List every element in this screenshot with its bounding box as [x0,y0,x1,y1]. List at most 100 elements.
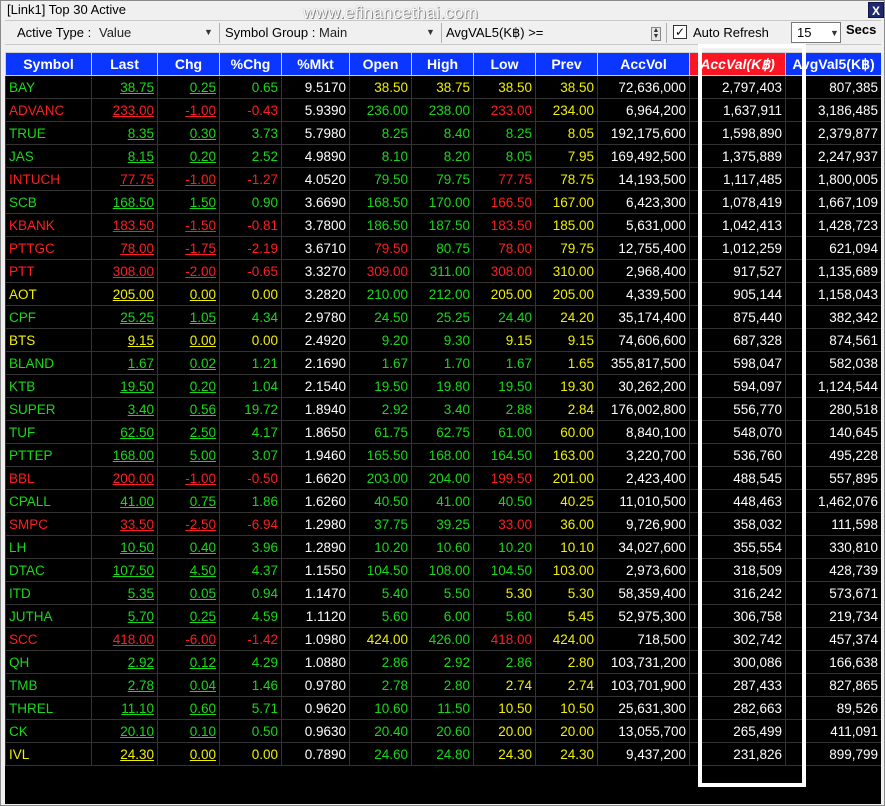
cell-last[interactable]: 19.50 [91,374,158,398]
table-row[interactable]: TRUE 8.35 0.30 3.73 5.7980 8.25 8.40 8.25 8.05 19… [5,121,881,145]
cell-last[interactable]: 9.15 [91,328,158,352]
cell-chg[interactable]: 0.25 [157,75,220,99]
cell-symbol[interactable]: BBL [5,466,92,490]
table-row[interactable]: SMPC 33.50 -2.50 -6.94 1.2980 37.75 39.25 33.00… [5,512,881,536]
cell-chg[interactable]: 0.56 [157,397,220,421]
table-row[interactable]: CPF 25.25 1.05 4.34 2.9780 24.50 25.25 24.40 24.… [5,305,881,329]
cell-chg[interactable]: 0.10 [157,719,220,743]
cell-last[interactable]: 25.25 [91,305,158,329]
column-header-open[interactable]: Open [349,52,412,76]
cell-chg[interactable]: -1.00 [157,98,220,122]
cell-symbol[interactable]: BAY [5,75,92,99]
cell-chg[interactable]: -1.00 [157,167,220,191]
table-row[interactable]: INTUCH 77.75 -1.00 -1.27 4.0520 79.50 79.75 77.… [5,167,881,191]
cell-symbol[interactable]: SCB [5,190,92,214]
table-row[interactable]: JAS 8.15 0.20 2.52 4.9890 8.10 8.20 8.05 7.95 169… [5,144,881,168]
cell-chg[interactable]: 0.00 [157,328,220,352]
table-row[interactable]: SUPER 3.40 0.56 19.72 1.8940 2.92 3.40 2.88 2.84… [5,397,881,421]
cell-last[interactable]: 1.67 [91,351,158,375]
cell-symbol[interactable]: CPALL [5,489,92,513]
cell-chg[interactable]: -1.00 [157,466,220,490]
cell-chg[interactable]: 0.75 [157,489,220,513]
table-row[interactable]: PTTEP 168.00 5.00 3.07 1.9460 165.50 168.00 164… [5,443,881,467]
cell-chg[interactable]: 2.50 [157,420,220,444]
active-type-select[interactable]: Value [99,25,131,40]
symbol-group-select[interactable]: Main [319,25,347,40]
cell-last[interactable]: 168.50 [91,190,158,214]
table-row[interactable]: IVL 24.30 0.00 0.00 0.7890 24.60 24.80 24.30 24.… [5,742,881,766]
column-header-last[interactable]: Last [91,52,158,76]
cell-last[interactable]: 107.50 [91,558,158,582]
table-row[interactable]: CK 20.10 0.10 0.50 0.9630 20.40 20.60 20.00 20.0… [5,719,881,743]
table-row[interactable]: KTB 19.50 0.20 1.04 2.1540 19.50 19.80 19.50 19.… [5,374,881,398]
cell-last[interactable]: 11.10 [91,696,158,720]
cell-last[interactable]: 78.00 [91,236,158,260]
table-row[interactable]: BBL 200.00 -1.00 -0.50 1.6620 203.00 204.00 199… [5,466,881,490]
cell-symbol[interactable]: CPF [5,305,92,329]
cell-chg[interactable]: 0.20 [157,374,220,398]
cell-last[interactable]: 183.50 [91,213,158,237]
cell-last[interactable]: 62.50 [91,420,158,444]
cell-symbol[interactable]: SCC [5,627,92,651]
cell-chg[interactable]: 0.05 [157,581,220,605]
cell-symbol[interactable]: IVL [5,742,92,766]
cell-symbol[interactable]: BLAND [5,351,92,375]
cell-symbol[interactable]: LH [5,535,92,559]
chevron-down-icon[interactable]: ▼ [830,28,839,38]
column-header-pct-chg[interactable]: %Chg [219,52,282,76]
cell-chg[interactable]: 0.20 [157,144,220,168]
cell-chg[interactable]: 0.60 [157,696,220,720]
cell-chg[interactable]: 0.25 [157,604,220,628]
table-row[interactable]: ADVANC 233.00 -1.00 -0.43 5.9390 236.00 238.00… [5,98,881,122]
cell-symbol[interactable]: JUTHA [5,604,92,628]
table-row[interactable]: BLAND 1.67 0.02 1.21 2.1690 1.67 1.70 1.67 1.65 3… [5,351,881,375]
table-row[interactable]: SCB 168.50 1.50 0.90 3.6690 168.50 170.00 166.5… [5,190,881,214]
cell-symbol[interactable]: ITD [5,581,92,605]
table-row[interactable]: TUF 62.50 2.50 4.17 1.8650 61.75 62.75 61.00 60.… [5,420,881,444]
filter-spinner[interactable]: ▲ ▼ [651,27,661,41]
table-row[interactable]: BTS 9.15 0.00 0.00 2.4920 9.20 9.30 9.15 9.15 74,… [5,328,881,352]
cell-last[interactable]: 3.40 [91,397,158,421]
cell-last[interactable]: 10.50 [91,535,158,559]
column-header-prev[interactable]: Prev [535,52,598,76]
cell-last[interactable]: 308.00 [91,259,158,283]
cell-chg[interactable]: 5.00 [157,443,220,467]
cell-chg[interactable]: 0.40 [157,535,220,559]
cell-symbol[interactable]: TMB [5,673,92,697]
cell-symbol[interactable]: THREL [5,696,92,720]
cell-chg[interactable]: -2.00 [157,259,220,283]
cell-symbol[interactable]: DTAC [5,558,92,582]
cell-symbol[interactable]: QH [5,650,92,674]
cell-last[interactable]: 418.00 [91,627,158,651]
cell-last[interactable]: 2.78 [91,673,158,697]
column-header-avgval5k[interactable]: AvgVal5(K฿) [785,52,881,76]
cell-symbol[interactable]: KTB [5,374,92,398]
cell-symbol[interactable]: CK [5,719,92,743]
cell-last[interactable]: 205.00 [91,282,158,306]
column-header-low[interactable]: Low [473,52,536,76]
column-header-symbol[interactable]: Symbol [5,52,92,76]
cell-chg[interactable]: 4.50 [157,558,220,582]
table-row[interactable]: KBANK 183.50 -1.50 -0.81 3.7800 186.50 187.50 1… [5,213,881,237]
cell-last[interactable]: 41.00 [91,489,158,513]
cell-symbol[interactable]: PTTGC [5,236,92,260]
cell-last[interactable]: 33.50 [91,512,158,536]
cell-symbol[interactable]: ADVANC [5,98,92,122]
cell-chg[interactable]: 1.50 [157,190,220,214]
cell-last[interactable]: 8.35 [91,121,158,145]
close-button[interactable]: X [868,2,884,18]
cell-last[interactable]: 168.00 [91,443,158,467]
cell-chg[interactable]: 0.00 [157,742,220,766]
cell-symbol[interactable]: AOT [5,282,92,306]
cell-chg[interactable]: -6.00 [157,627,220,651]
table-row[interactable]: SCC 418.00 -6.00 -1.42 1.0980 424.00 426.00 418… [5,627,881,651]
cell-chg[interactable]: 1.05 [157,305,220,329]
cell-last[interactable]: 2.92 [91,650,158,674]
cell-last[interactable]: 233.00 [91,98,158,122]
refresh-interval-select[interactable]: 15 ▼ [791,22,841,43]
cell-chg[interactable]: -2.50 [157,512,220,536]
cell-chg[interactable]: 0.30 [157,121,220,145]
cell-chg[interactable]: 0.00 [157,282,220,306]
table-row[interactable]: LH 10.50 0.40 3.96 1.2890 10.20 10.60 10.20 10.1… [5,535,881,559]
column-header-accvol[interactable]: AccVol [597,52,690,76]
